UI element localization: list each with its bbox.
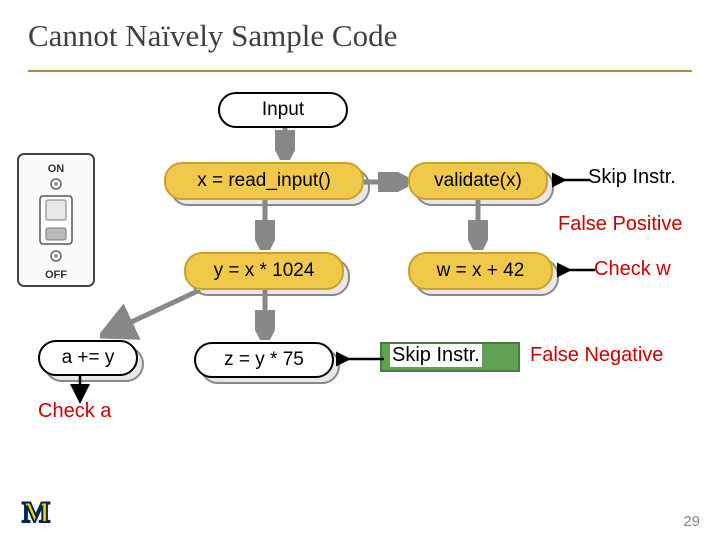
- label-check-a: Check a: [38, 400, 111, 423]
- switch-on-label: ON: [48, 163, 65, 175]
- label-false-positive: False Positive: [558, 213, 683, 236]
- arrow: [336, 348, 386, 370]
- label-skip-instr-top: Skip Instr.: [588, 166, 676, 189]
- arrow: [255, 290, 275, 340]
- arrow: [364, 172, 408, 192]
- node-read-input: x = read_input(): [164, 162, 364, 200]
- node-validate: validate(x): [408, 162, 548, 200]
- page-number: 29: [683, 513, 700, 530]
- page-title: Cannot Naïvely Sample Code: [28, 18, 692, 54]
- label-false-negative: False Negative: [530, 344, 663, 367]
- arrow: [100, 290, 210, 340]
- node-y-calc: y = x * 1024: [184, 252, 344, 290]
- arrow: [552, 168, 592, 192]
- node-a-plus: a += y: [38, 340, 138, 376]
- light-switch-illustration: ON OFF: [14, 150, 98, 290]
- label-check-w: Check w: [594, 258, 671, 281]
- node-input: Input: [218, 92, 348, 128]
- diagram-canvas: ON OFF Input x = read_input() validate(x…: [0, 72, 720, 502]
- node-w-calc: w = x + 42: [408, 252, 553, 290]
- michigan-logo: M: [22, 496, 49, 530]
- arrow: [255, 200, 275, 250]
- label-skip-instr-bottom: Skip Instr.: [390, 344, 482, 367]
- arrow: [275, 128, 295, 160]
- arrow: [468, 200, 488, 250]
- switch-off-label: OFF: [45, 269, 67, 281]
- node-z-calc: z = y * 75: [194, 342, 334, 378]
- arrow: [557, 258, 597, 282]
